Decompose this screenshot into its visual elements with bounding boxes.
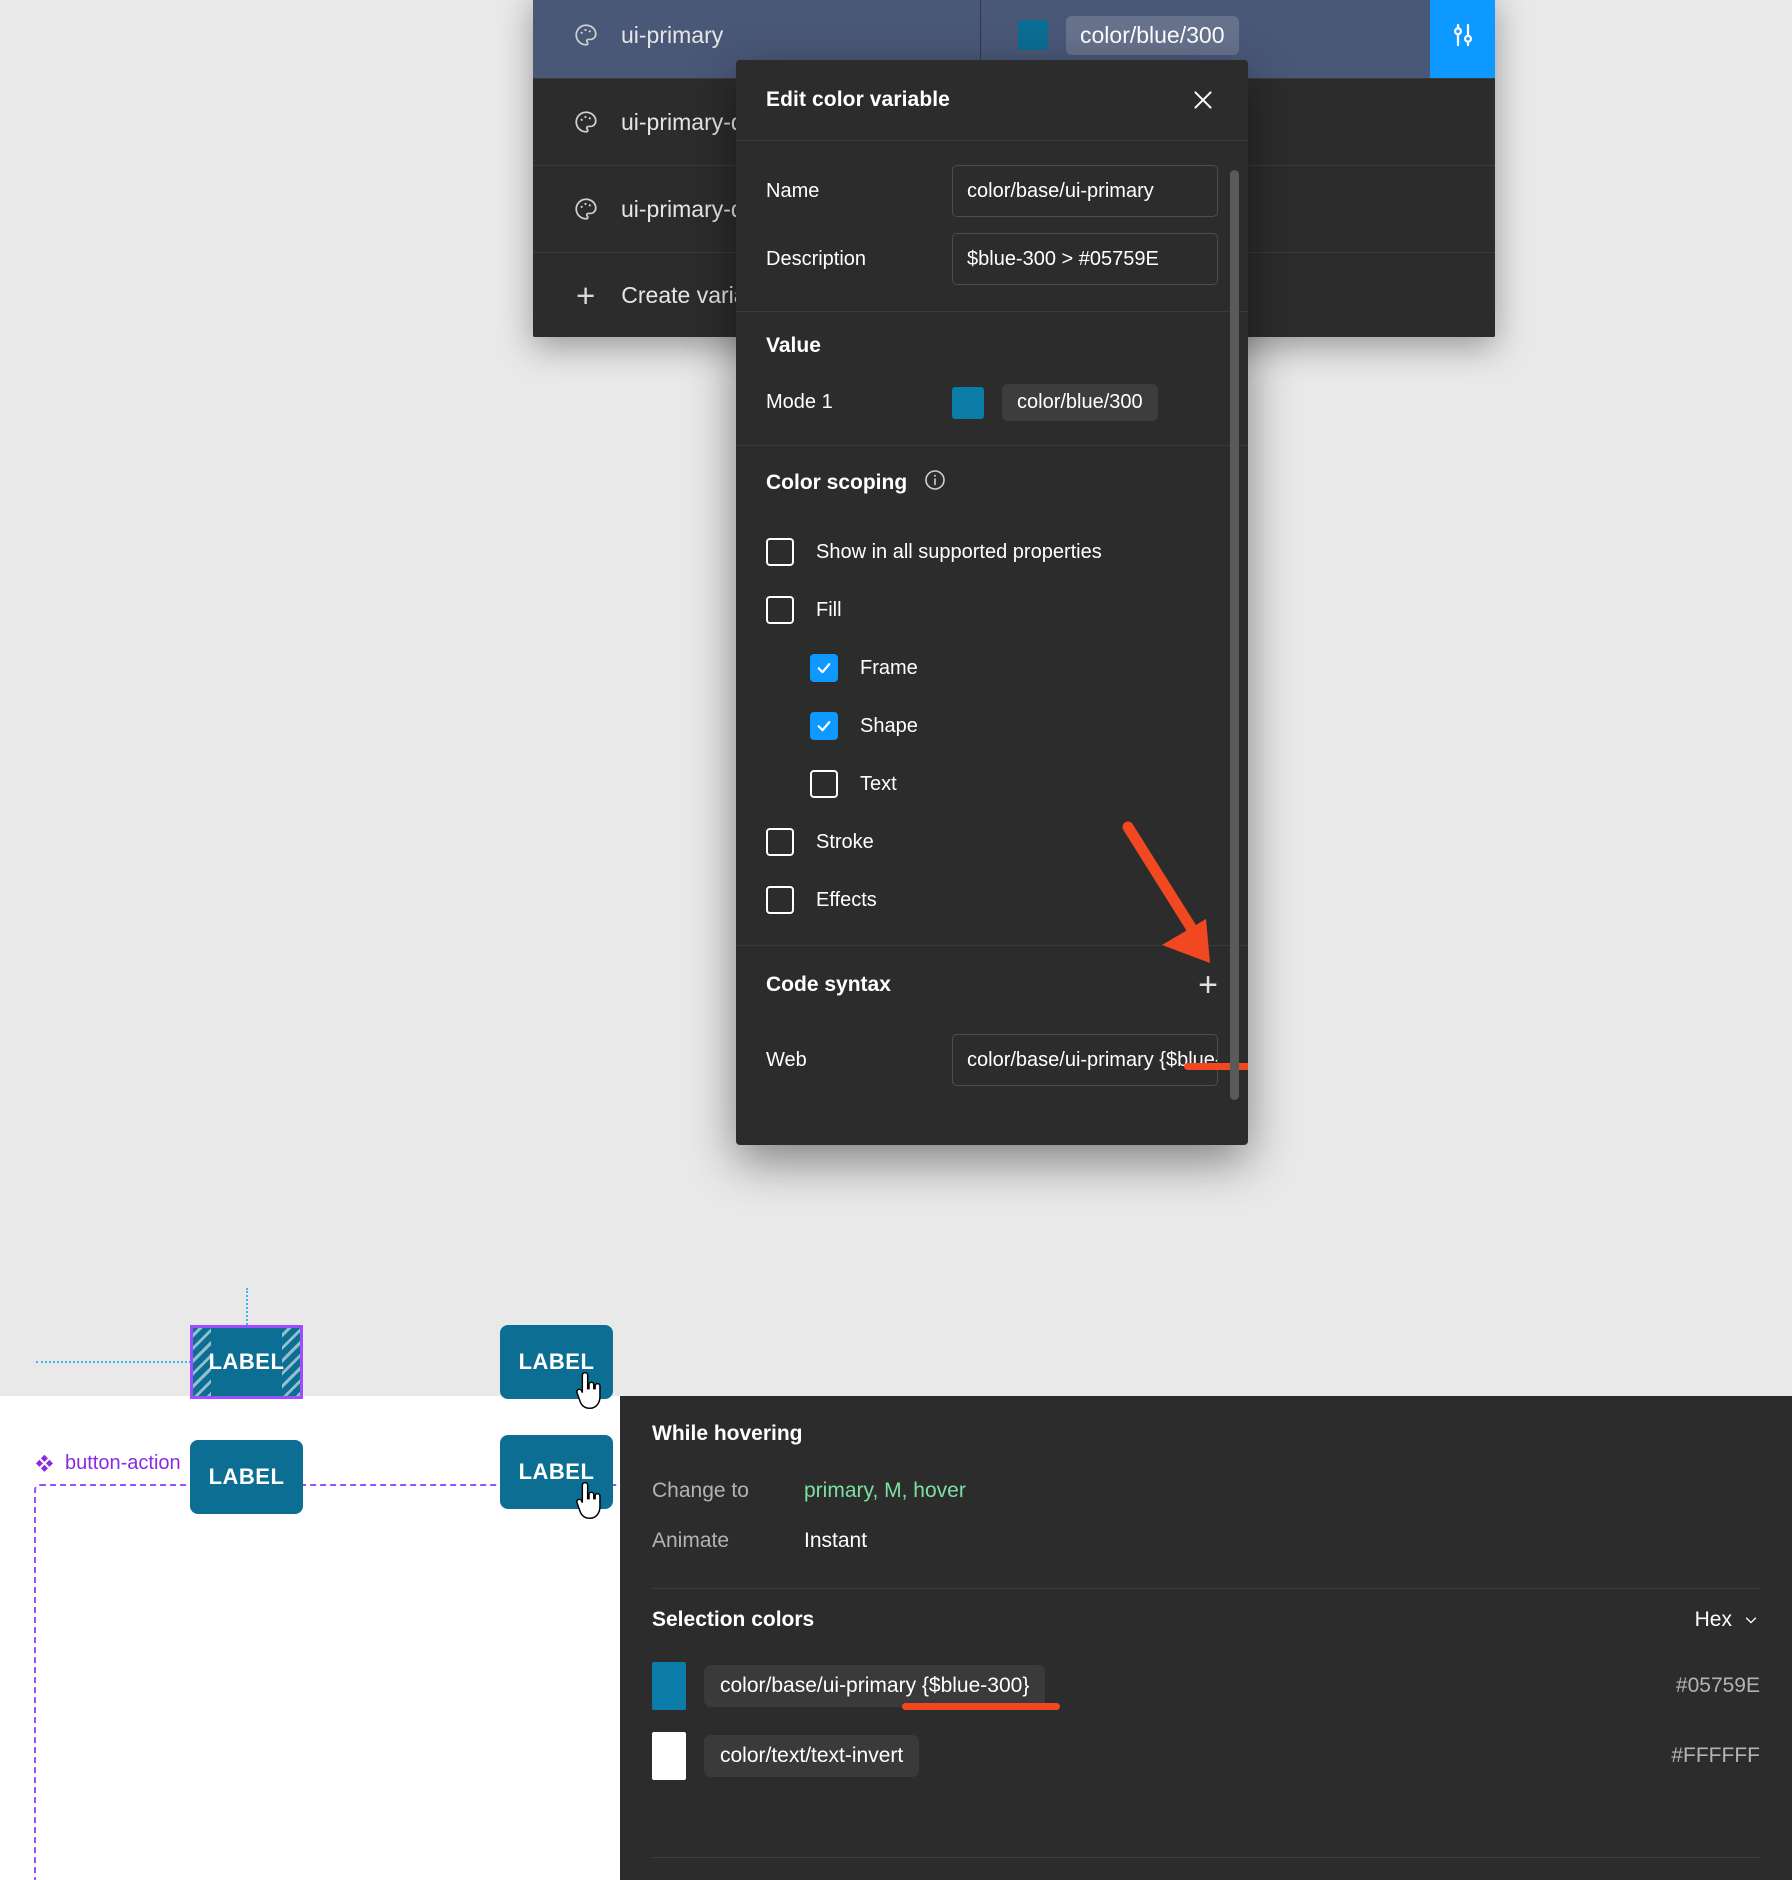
scoping-title: Color scoping: [766, 470, 908, 494]
color-variable-chip[interactable]: color/base/ui-primary {$blue-300}: [704, 1665, 1046, 1707]
checkbox-frame[interactable]: [810, 654, 838, 682]
padding-hatch-right: [282, 1328, 300, 1396]
checkbox-shape[interactable]: [810, 712, 838, 740]
frame-label[interactable]: button-action: [34, 1452, 181, 1475]
change-to-label: Change to: [652, 1479, 749, 1502]
scoping-header: Color scoping: [766, 468, 1218, 497]
interaction-section: While hovering Change to primary, M, hov…: [620, 1396, 1792, 1589]
checkbox-fill[interactable]: [766, 596, 794, 624]
scoping-label: Fill: [816, 598, 842, 621]
variable-settings-button[interactable]: [1430, 0, 1495, 78]
hand-pointer-icon: [576, 1372, 601, 1410]
web-label: Web: [766, 1048, 807, 1071]
color-variable-chip[interactable]: color/text/text-invert: [704, 1735, 920, 1777]
scoping-checkbox-row[interactable]: Fill: [766, 581, 1218, 639]
palette-icon: [573, 109, 599, 135]
alignment-guide-vertical: [246, 1288, 248, 1328]
scoping-label: Text: [860, 772, 897, 795]
scoping-checkbox-row[interactable]: Show in all supported properties: [766, 523, 1218, 581]
selection-colors-header: Selection colors Hex: [620, 1589, 1792, 1651]
check-icon: [817, 663, 831, 674]
annotation-underline-selection: [902, 1703, 1060, 1710]
palette-icon: [573, 22, 599, 48]
selection-color-row[interactable]: color/text/text-invert #FFFFFF: [620, 1721, 1792, 1791]
scoping-checkbox-row[interactable]: Shape: [766, 697, 1218, 755]
description-input[interactable]: $blue-300 > #05759E: [952, 233, 1218, 285]
color-swatch: [1018, 20, 1048, 50]
color-hex-value: #FFFFFF: [1671, 1744, 1760, 1767]
checkbox-show-all[interactable]: [766, 538, 794, 566]
web-syntax-input[interactable]: color/base/ui-primary {$blue-: [952, 1034, 1218, 1086]
component-diamond-icon: [35, 1454, 53, 1472]
color-format-label: Hex: [1694, 1608, 1732, 1631]
panel-bottom-divider: [652, 1857, 1760, 1858]
interaction-row: Change to primary, M, hover: [652, 1466, 1760, 1516]
inspector-panel: While hovering Change to primary, M, hov…: [620, 1396, 1792, 1880]
interaction-row: Animate Instant: [652, 1516, 1760, 1566]
variable-name: ui-primary: [621, 21, 724, 48]
scoping-checkbox-row[interactable]: Text: [766, 755, 1218, 813]
code-syntax-section: Code syntax + Web color/base/ui-primary …: [736, 945, 1248, 1112]
description-label: Description: [766, 247, 867, 270]
dialog-scrollbar[interactable]: [1230, 170, 1239, 1100]
name-field-row: Name color/base/ui-primary: [766, 163, 1218, 219]
scoping-label: Frame: [860, 656, 918, 679]
close-button[interactable]: [1186, 83, 1220, 117]
color-swatch: [652, 1662, 686, 1710]
alignment-guide-horizontal: [36, 1361, 191, 1363]
frame-boundary: [34, 1484, 620, 1880]
plus-icon: +: [576, 276, 596, 314]
sliders-icon: [1453, 23, 1472, 47]
scoping-checkbox-row[interactable]: Frame: [766, 639, 1218, 697]
chevron-down-icon: [1745, 1617, 1757, 1624]
button-label: LABEL: [208, 1349, 285, 1374]
checkbox-text[interactable]: [810, 770, 838, 798]
interaction-title: While hovering: [652, 1422, 803, 1445]
value-section: Value Mode 1 color/blue/300: [736, 311, 1248, 445]
selection-color-row[interactable]: color/base/ui-primary {$blue-300} #05759…: [620, 1651, 1792, 1721]
animate-label: Animate: [652, 1529, 730, 1552]
checkbox-stroke[interactable]: [766, 828, 794, 856]
color-hex-value: #05759E: [1675, 1674, 1760, 1697]
frame-name: button-action: [65, 1452, 181, 1474]
scoping-checkbox-row[interactable]: Stroke: [766, 813, 1218, 871]
close-icon: [1194, 91, 1212, 109]
button-selected[interactable]: LABEL: [190, 1325, 303, 1399]
scoping-label: Effects: [816, 888, 877, 911]
animate-value[interactable]: Instant: [804, 1529, 867, 1553]
scoping-checkbox-row[interactable]: Effects: [766, 871, 1218, 929]
dialog-header: Edit color variable: [736, 60, 1248, 140]
check-icon: [817, 721, 831, 732]
value-chip[interactable]: color/blue/300: [1066, 15, 1239, 55]
mode-value-chip[interactable]: color/blue/300: [1002, 384, 1158, 421]
code-syntax-header: Code syntax +: [766, 968, 1218, 1002]
palette-icon: [573, 196, 599, 222]
name-label: Name: [766, 179, 820, 202]
color-format-selector[interactable]: Hex: [1695, 1608, 1760, 1632]
web-syntax-row: Web color/base/ui-primary {$blue-: [766, 1032, 1218, 1088]
button-label: LABEL: [208, 1464, 285, 1489]
info-icon[interactable]: [923, 468, 947, 497]
name-description-section: Name color/base/ui-primary Description $…: [736, 140, 1248, 311]
scoping-label: Show in all supported properties: [816, 540, 1102, 563]
description-field-row: Description $blue-300 > #05759E: [766, 231, 1218, 287]
scoping-label: Shape: [860, 714, 918, 737]
color-swatch: [652, 1732, 686, 1780]
color-scoping-section: Color scoping Show in all supported prop…: [736, 445, 1248, 945]
change-to-value[interactable]: primary, M, hover: [804, 1479, 966, 1503]
scoping-label: Stroke: [816, 830, 874, 853]
value-section-title: Value: [766, 334, 821, 357]
add-code-syntax-button[interactable]: +: [1198, 968, 1218, 1002]
selection-colors-title: Selection colors: [652, 1608, 815, 1631]
button-default[interactable]: LABEL: [190, 1440, 303, 1514]
checkbox-effects[interactable]: [766, 886, 794, 914]
mode-label: Mode 1: [766, 391, 833, 413]
edit-color-variable-dialog: Edit color variable Name color/base/ui-p…: [736, 60, 1248, 1145]
mode-row: Mode 1 color/blue/300: [766, 384, 1218, 421]
code-syntax-title: Code syntax: [766, 973, 891, 996]
hand-pointer-icon: [576, 1482, 601, 1520]
mode-color-swatch[interactable]: [952, 386, 984, 419]
name-input[interactable]: color/base/ui-primary: [952, 165, 1218, 217]
dialog-title: Edit color variable: [766, 88, 950, 111]
